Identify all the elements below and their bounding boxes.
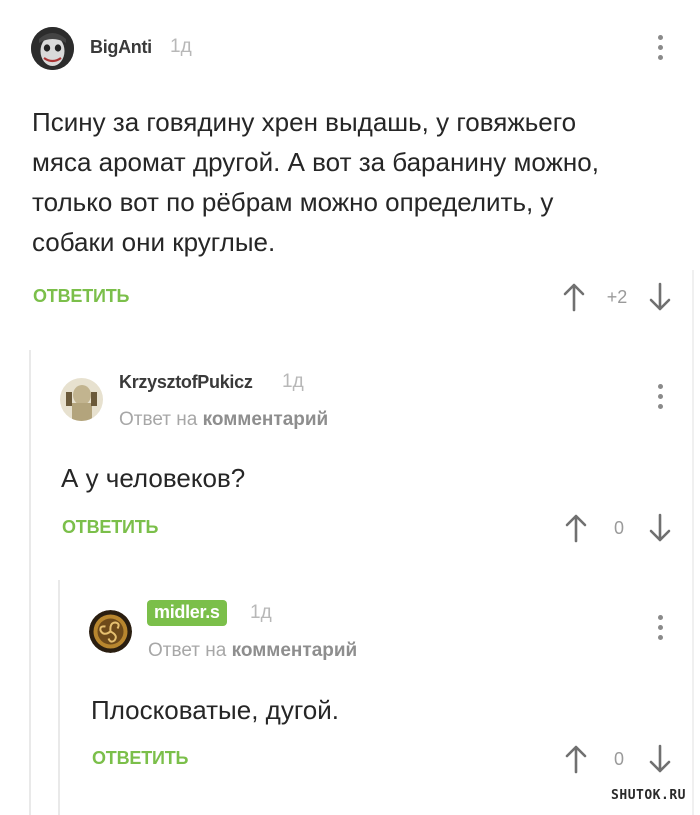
comment-text-line: собаки они круглые.: [32, 227, 276, 257]
reply-to-prefix: Ответ на: [148, 640, 227, 661]
comment-text-line: Псину за говядину хрен выдашь, у говяжье…: [32, 107, 577, 137]
downvote-arrow-icon[interactable]: [649, 513, 671, 543]
comment-text-line: только вот по рёбрам можно определить, у: [32, 187, 554, 217]
comment-text-line: мяса аромат другой. А вот за баранину мо…: [32, 147, 599, 177]
username-badge[interactable]: midler.s: [147, 600, 227, 626]
more-options-icon[interactable]: [657, 384, 663, 414]
downvote-arrow-icon[interactable]: [649, 744, 671, 774]
reply-to-link[interactable]: комментарий: [232, 640, 358, 661]
vote-score: 0: [613, 518, 624, 538]
vote-score: +2: [606, 287, 628, 307]
comment-time: 1д: [282, 371, 304, 392]
comment-text: Плосковатые, дугой.: [91, 695, 339, 725]
vote-score: 0: [613, 749, 624, 769]
site-watermark: SHUTOK.RU: [611, 788, 686, 803]
thread-line: [58, 580, 60, 815]
upvote-arrow-icon[interactable]: [565, 513, 587, 543]
reply-to-note: Ответ на комментарий: [148, 640, 357, 662]
joker-avatar-icon: [31, 27, 74, 70]
reply-button[interactable]: ОТВЕТИТЬ: [92, 748, 188, 769]
comment-time: 1д: [250, 602, 272, 623]
comment-text: А у человеков?: [61, 463, 246, 493]
downvote-arrow-icon[interactable]: [649, 282, 671, 312]
upvote-arrow-icon[interactable]: [565, 744, 587, 774]
user-avatar[interactable]: [89, 610, 132, 653]
username[interactable]: KrzysztofPukicz: [119, 372, 253, 393]
comment-text: Псину за говядину хрен выдашь, у говяжье…: [32, 102, 682, 262]
comment-time: 1д: [170, 36, 192, 57]
reply-button[interactable]: ОТВЕТИТЬ: [33, 286, 129, 307]
statue-avatar-icon: [60, 378, 103, 421]
more-options-icon[interactable]: [657, 615, 663, 645]
more-options-icon[interactable]: [657, 35, 663, 65]
thread-line: [692, 270, 694, 815]
triskelion-avatar-icon: [89, 610, 132, 653]
reply-to-note: Ответ на комментарий: [119, 409, 328, 431]
reply-to-prefix: Ответ на: [119, 409, 198, 430]
reply-button[interactable]: ОТВЕТИТЬ: [62, 517, 158, 538]
reply-to-link[interactable]: комментарий: [203, 409, 329, 430]
thread-line: [29, 350, 31, 815]
username[interactable]: BigAnti: [90, 37, 152, 58]
user-avatar[interactable]: [31, 27, 74, 70]
user-avatar[interactable]: [60, 378, 103, 421]
upvote-arrow-icon[interactable]: [563, 282, 585, 312]
